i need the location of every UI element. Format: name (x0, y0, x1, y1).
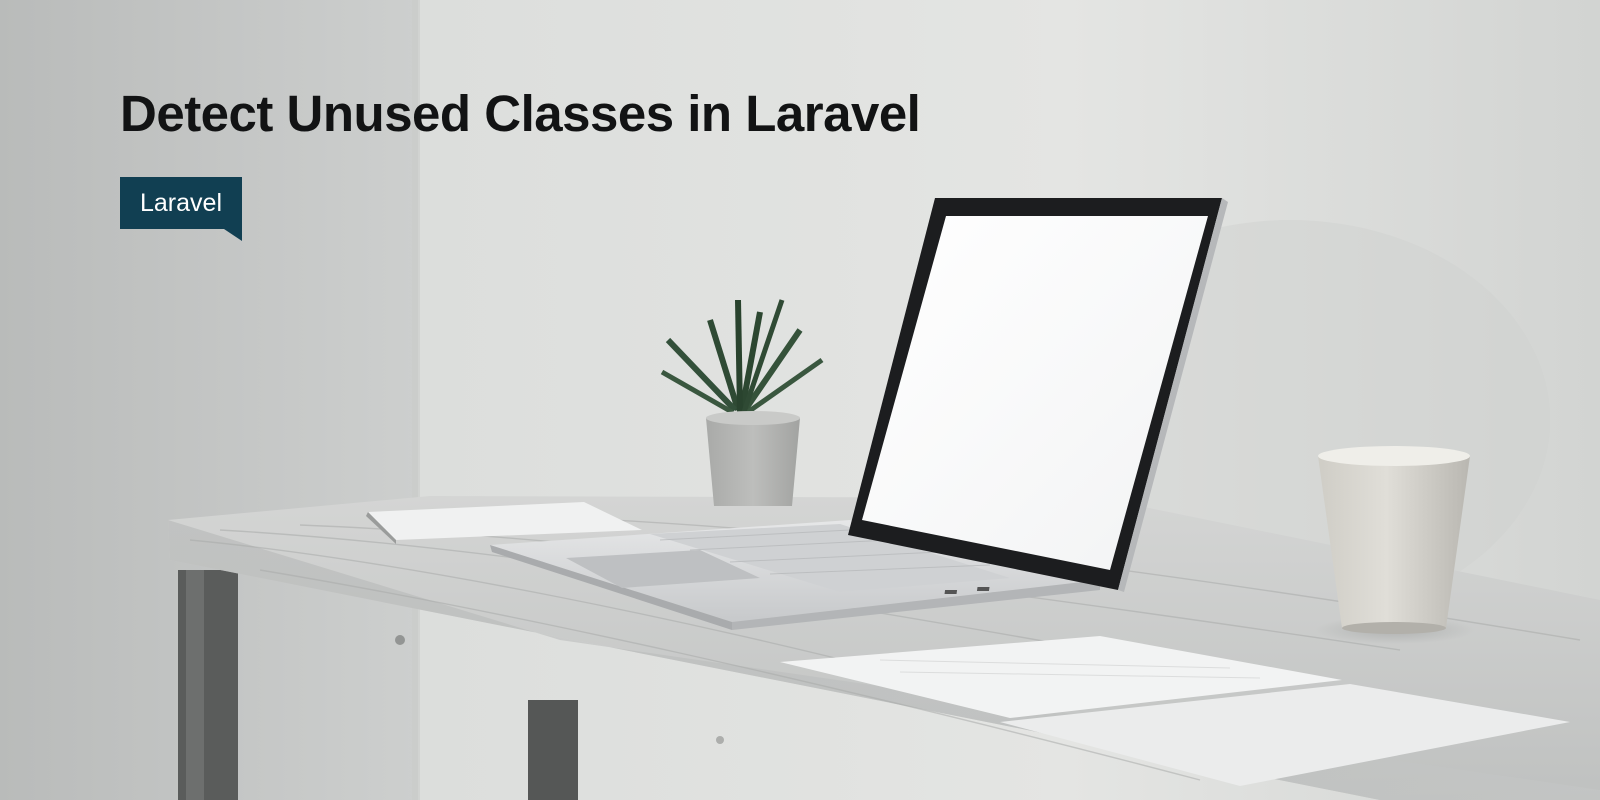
category-tag[interactable]: Laravel (120, 177, 242, 241)
article-title: Detect Unused Classes in Laravel (120, 85, 921, 142)
hero-banner: Detect Unused Classes in Laravel Laravel (0, 0, 1600, 800)
